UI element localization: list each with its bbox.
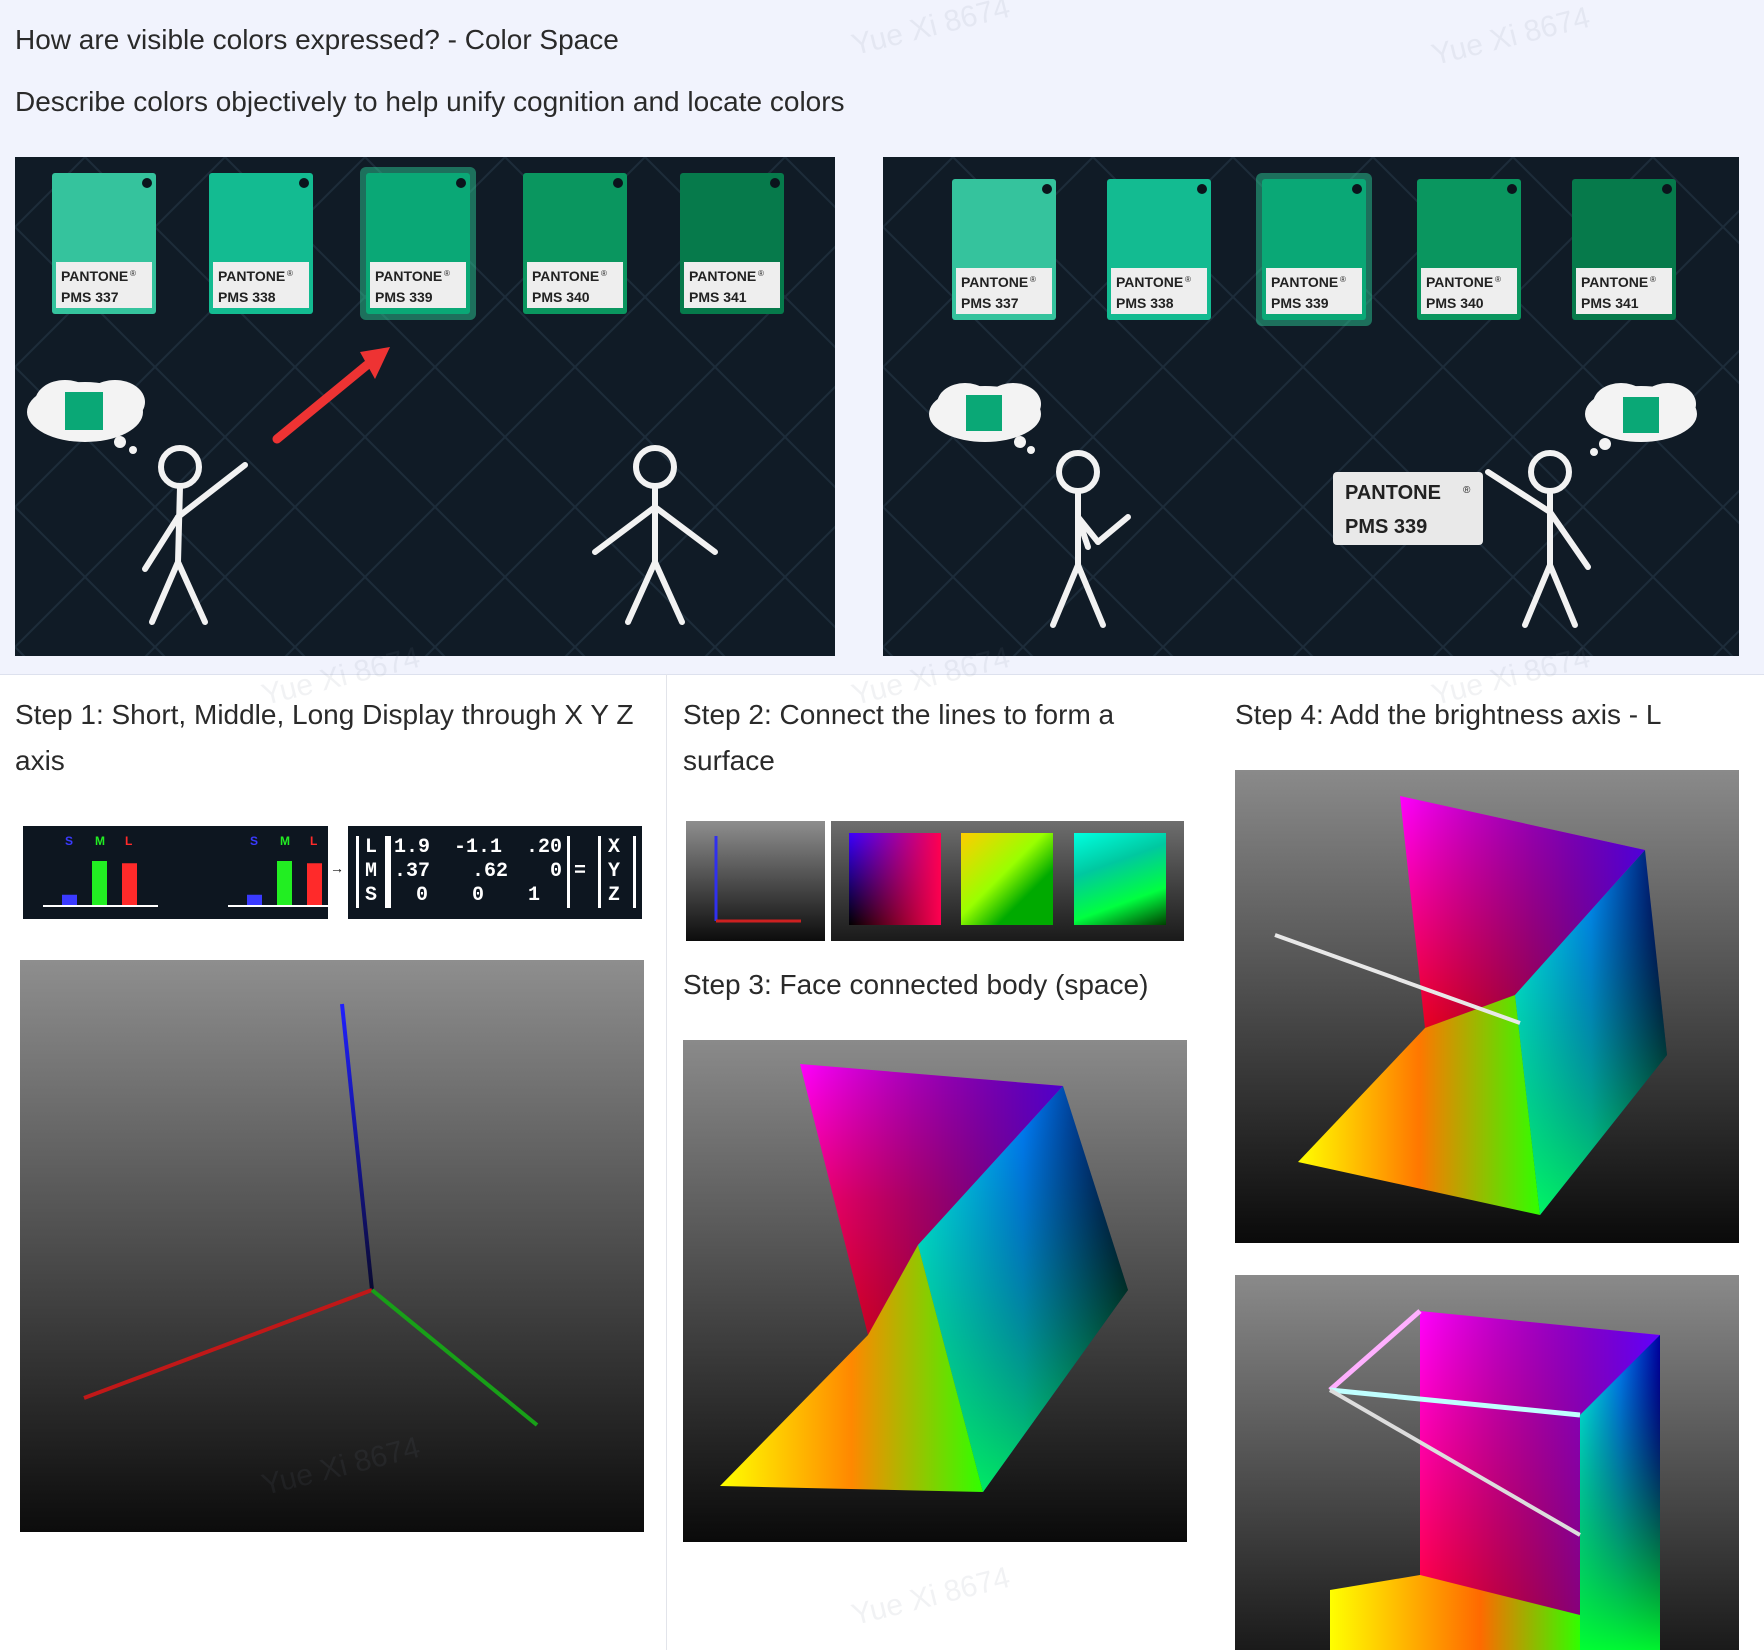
card-code-text: PMS 339	[1345, 516, 1427, 538]
lms-bar-label: M	[95, 834, 105, 848]
surface-axis-thumb	[686, 821, 825, 941]
pantone-swatch: PANTONE ® PMS 341	[1572, 179, 1676, 320]
face-red-green	[961, 833, 1053, 925]
pantone-swatch: PANTONE ® PMS 341	[680, 173, 784, 314]
matrix-cell: 0	[471, 884, 484, 907]
lms-bar-label: M	[280, 834, 290, 848]
matrix-left-l: L	[364, 836, 377, 859]
swatch-brand-text: PANTONE	[689, 268, 756, 284]
lms-bar-label: L	[310, 834, 317, 848]
color-solid-panel	[683, 1040, 1187, 1542]
swatch-brand-text: PANTONE	[375, 268, 442, 284]
matrix-cell: 1.9	[394, 836, 431, 859]
pantone-swatch: PANTONE ® PMS 340	[1417, 179, 1521, 320]
lms-bar	[92, 861, 107, 906]
lms-bar-label: S	[65, 834, 73, 848]
matrix-right-x: X	[607, 836, 620, 859]
lms-bar	[247, 894, 262, 906]
svg-text:®: ®	[758, 269, 764, 278]
scene-pointing: PANTONE ® PMS 337 PANTONE ® PMS 338 PANTONE ® PM…	[15, 157, 835, 656]
swatch-code-text: PMS 340	[1426, 295, 1484, 311]
step1-heading: Step 1: Short, Middle, Long Display thro…	[15, 699, 634, 776]
matrix-left-s: S	[364, 884, 377, 907]
matrix-right-y: Y	[607, 860, 620, 883]
pantone-swatch: PANTONE ® PMS 339	[360, 167, 476, 320]
lms-bar	[62, 894, 77, 906]
pantone-swatch: PANTONE ® PMS 337	[52, 173, 156, 314]
svg-text:®: ®	[1030, 275, 1036, 284]
pantone-swatch: PANTONE ® PMS 340	[523, 173, 627, 314]
swatch-code-text: PMS 338	[218, 289, 276, 305]
swatch-brand-text: PANTONE	[1116, 274, 1183, 290]
svg-text:®: ®	[130, 269, 136, 278]
pantone-swatch: PANTONE ® PMS 339	[1256, 173, 1372, 326]
brightness-solid-panel	[1235, 770, 1739, 1243]
face-blue-red	[849, 833, 941, 925]
lms-bar	[122, 863, 137, 906]
swatch-code-text: PMS 338	[1116, 295, 1174, 311]
swatch-brand-text: PANTONE	[961, 274, 1028, 290]
matrix-right-z: Z	[607, 884, 620, 907]
header-section: How are visible colors expressed? - Colo…	[0, 0, 1764, 675]
watermark: Yue Xi 8674	[848, 1560, 1014, 1633]
matrix-cell: 0	[549, 860, 562, 883]
swatch-brand-text: PANTONE	[1426, 274, 1493, 290]
page-subtitle: Describe colors objectively to help unif…	[15, 86, 845, 117]
lms-bar	[277, 861, 292, 906]
cube-panel	[1235, 1275, 1739, 1650]
step3-heading: Step 3: Face connected body (space)	[683, 969, 1149, 1000]
lms-matrix-panel: L M S 1.9 -1.1.20 .37.62 0 001 = X Y Z	[348, 826, 642, 919]
swatch-brand-text: PANTONE	[1581, 274, 1648, 290]
matrix-cell: .62	[471, 860, 508, 883]
swatch-brand-text: PANTONE	[218, 268, 285, 284]
swatch-code-text: PMS 339	[1271, 295, 1329, 311]
lms-arrow: →	[330, 860, 344, 876]
matrix-left-m: M	[364, 860, 377, 883]
svg-text:®: ®	[1495, 275, 1501, 284]
surface-faces-strip	[831, 821, 1184, 941]
swatch-brand-text: PANTONE	[532, 268, 599, 284]
step2-heading: Step 2: Connect the lines to form a surf…	[683, 699, 1115, 776]
svg-text:®: ®	[1185, 275, 1191, 284]
pantone-swatch: PANTONE ® PMS 338	[209, 173, 313, 314]
matrix-cell: .20	[525, 836, 562, 859]
scene-naming: PANTONE ® PMS 337 PANTONE ® PMS 338 PANTONE ® PM…	[883, 157, 1739, 656]
swatch-brand-text: PANTONE	[61, 268, 128, 284]
step4-heading: Step 4: Add the brightness axis - L	[1235, 699, 1662, 730]
matrix-cell: -1.1	[453, 836, 502, 859]
swatch-code-text: PMS 337	[961, 295, 1019, 311]
swatch-code-text: PMS 337	[61, 289, 119, 305]
matrix-cell: .37	[394, 860, 431, 883]
svg-text:®: ®	[287, 269, 293, 278]
swatch-code-text: PMS 340	[532, 289, 590, 305]
swatch-code-text: PMS 341	[1581, 295, 1639, 311]
column-divider	[666, 674, 667, 1650]
svg-text:®: ®	[1340, 275, 1346, 284]
lms-bar-label: L	[125, 834, 132, 848]
matrix-cell: 0	[415, 884, 428, 907]
svg-text:®: ®	[444, 269, 450, 278]
lms-bars-panel: SMLSML	[23, 826, 343, 919]
page-title: How are visible colors expressed? - Colo…	[15, 24, 619, 55]
lms-bar	[307, 863, 322, 906]
pantone-swatch: PANTONE ® PMS 337	[952, 179, 1056, 320]
svg-text:®: ®	[601, 269, 607, 278]
face-green-blue	[1074, 833, 1166, 925]
svg-text:®: ®	[1650, 275, 1656, 284]
pantone-card: PANTONE ® PMS 339	[1333, 472, 1483, 545]
swatch-code-text: PMS 341	[689, 289, 747, 305]
matrix-cell: 1	[527, 884, 540, 907]
pantone-swatch: PANTONE ® PMS 338	[1107, 179, 1211, 320]
swatch-brand-text: PANTONE	[1271, 274, 1338, 290]
lms-bar-label: S	[250, 834, 258, 848]
matrix-equals: =	[574, 860, 587, 883]
xyz-axes-panel	[20, 960, 644, 1532]
card-brand-text: PANTONE	[1345, 482, 1441, 504]
svg-text:®: ®	[1463, 485, 1471, 496]
swatch-code-text: PMS 339	[375, 289, 433, 305]
